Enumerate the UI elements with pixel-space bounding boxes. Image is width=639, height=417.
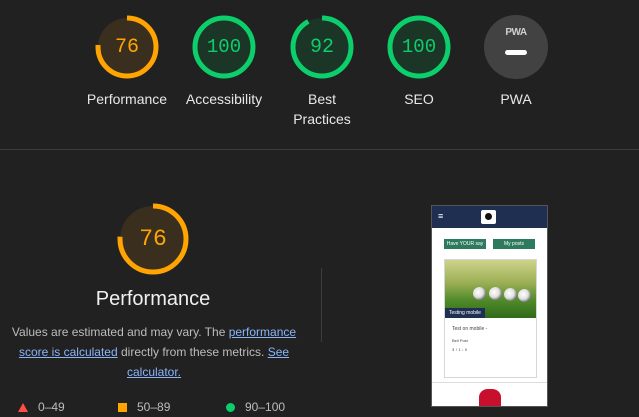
have-your-say-button: Have YOUR say bbox=[444, 239, 486, 249]
screenshot-header: ≡ bbox=[432, 206, 547, 228]
pwa-gauge[interactable]: PWA bbox=[483, 14, 549, 80]
my-posts-button: My posts bbox=[493, 239, 535, 249]
accessibility-label[interactable]: Accessibility bbox=[169, 89, 279, 109]
best-practices-score: 92 bbox=[309, 35, 334, 59]
post-card: Testing mobile Test on mobile - Bell Pos… bbox=[444, 259, 537, 378]
legend-poor: 0–49 bbox=[18, 400, 65, 414]
page-screenshot[interactable]: ≡ Have YOUR say My posts Testing mobile … bbox=[431, 205, 548, 407]
liverbird-logo-icon bbox=[479, 389, 501, 406]
football-icon bbox=[518, 289, 531, 302]
post-meta: 3 ↑ 1 ↓ 0 bbox=[452, 347, 468, 352]
performance-score: 76 bbox=[114, 35, 139, 59]
pwa-badge-text: PWA bbox=[505, 27, 527, 38]
pwa-label[interactable]: PWA bbox=[466, 89, 566, 109]
legend-average: 50–89 bbox=[118, 400, 170, 414]
site-logo-icon bbox=[481, 210, 496, 224]
triangle-icon bbox=[18, 403, 28, 412]
description-text-prefix: Values are estimated and may vary. The bbox=[11, 325, 229, 339]
legend-poor-range: 0–49 bbox=[38, 400, 65, 414]
hamburger-menu-icon: ≡ bbox=[438, 211, 444, 221]
performance-gauge[interactable]: 76 bbox=[94, 14, 160, 80]
seo-gauge[interactable]: 100 bbox=[386, 14, 452, 80]
seo-score: 100 bbox=[401, 36, 437, 58]
description-text-middle: directly from these metrics. bbox=[117, 345, 268, 359]
legend-good: 90–100 bbox=[226, 400, 285, 414]
football-icon bbox=[504, 288, 517, 301]
section-divider bbox=[0, 149, 639, 150]
best-practices-gauge[interactable]: 92 bbox=[289, 14, 355, 80]
post-tag: Testing mobile bbox=[445, 308, 485, 318]
best-practices-label-line2: Practices bbox=[293, 111, 351, 127]
performance-label[interactable]: Performance bbox=[77, 89, 177, 109]
legend-good-range: 90–100 bbox=[245, 400, 286, 414]
performance-title: Performance bbox=[95, 288, 211, 310]
performance-description: Values are estimated and may vary. The p… bbox=[4, 322, 304, 382]
seo-label[interactable]: SEO bbox=[369, 89, 469, 109]
square-icon bbox=[118, 403, 127, 412]
pwa-badge-icon bbox=[484, 15, 548, 79]
best-practices-label[interactable]: Best Practices bbox=[272, 89, 372, 129]
football-icon bbox=[489, 287, 502, 300]
circle-icon bbox=[226, 403, 235, 412]
football-icon bbox=[473, 287, 486, 300]
post-title: Test on mobile - bbox=[452, 326, 488, 332]
post-author: Bell Post bbox=[452, 338, 468, 343]
screenshot-separator bbox=[432, 382, 547, 383]
accessibility-score: 100 bbox=[206, 36, 242, 58]
vertical-divider bbox=[321, 268, 322, 342]
best-practices-label-line1: Best bbox=[307, 91, 336, 107]
legend-average-range: 50–89 bbox=[137, 400, 171, 414]
performance-main-gauge: 76 bbox=[116, 202, 190, 276]
accessibility-gauge[interactable]: 100 bbox=[191, 14, 257, 80]
performance-main-score: 76 bbox=[139, 226, 167, 252]
